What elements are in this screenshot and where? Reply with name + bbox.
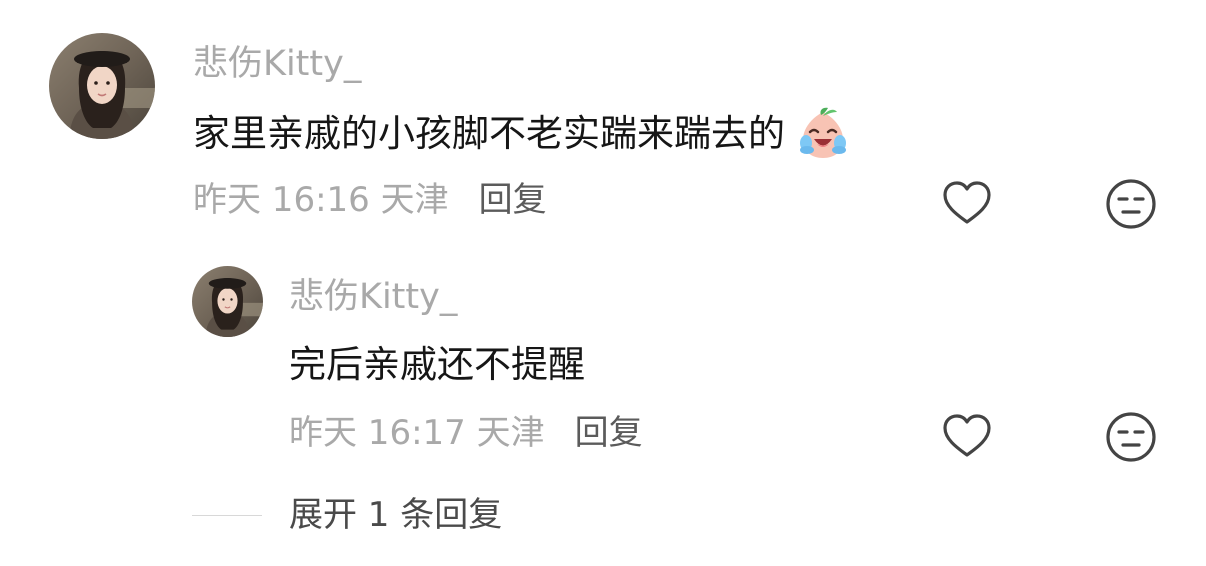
reply-meta: 昨天 16:17 天津 回复 [289, 411, 643, 455]
reply-username[interactable]: 悲伤Kitty_ [289, 275, 457, 319]
laugh-cry-peach-emoji-icon [795, 106, 851, 162]
reply-dislike-unamused-face-icon[interactable] [1105, 411, 1157, 463]
expand-divider [192, 515, 262, 516]
reply-avatar[interactable] [192, 266, 263, 337]
reply-button[interactable]: 回复 [479, 178, 547, 222]
expand-replies-button[interactable]: 展开 1 条回复 [289, 493, 502, 537]
timestamp-location: 昨天 16:16 天津 [193, 180, 449, 220]
reply-text-body: 完后亲戚还不提醒 [289, 343, 585, 386]
reply-reply-button[interactable]: 回复 [575, 411, 643, 455]
comment-text-body: 家里亲戚的小孩脚不老实踹来踹去的 [193, 112, 785, 155]
reply-like-heart-icon[interactable] [941, 413, 993, 459]
like-heart-icon[interactable] [941, 180, 993, 226]
reply-timestamp-location: 昨天 16:17 天津 [289, 413, 545, 453]
comment-text: 家里亲戚的小孩脚不老实踹来踹去的 [193, 106, 851, 162]
reply-text: 完后亲戚还不提醒 [289, 341, 585, 389]
avatar[interactable] [49, 33, 155, 139]
comment-meta: 昨天 16:16 天津 回复 [193, 178, 547, 222]
dislike-unamused-face-icon[interactable] [1105, 178, 1157, 230]
username[interactable]: 悲伤Kitty_ [193, 42, 361, 86]
